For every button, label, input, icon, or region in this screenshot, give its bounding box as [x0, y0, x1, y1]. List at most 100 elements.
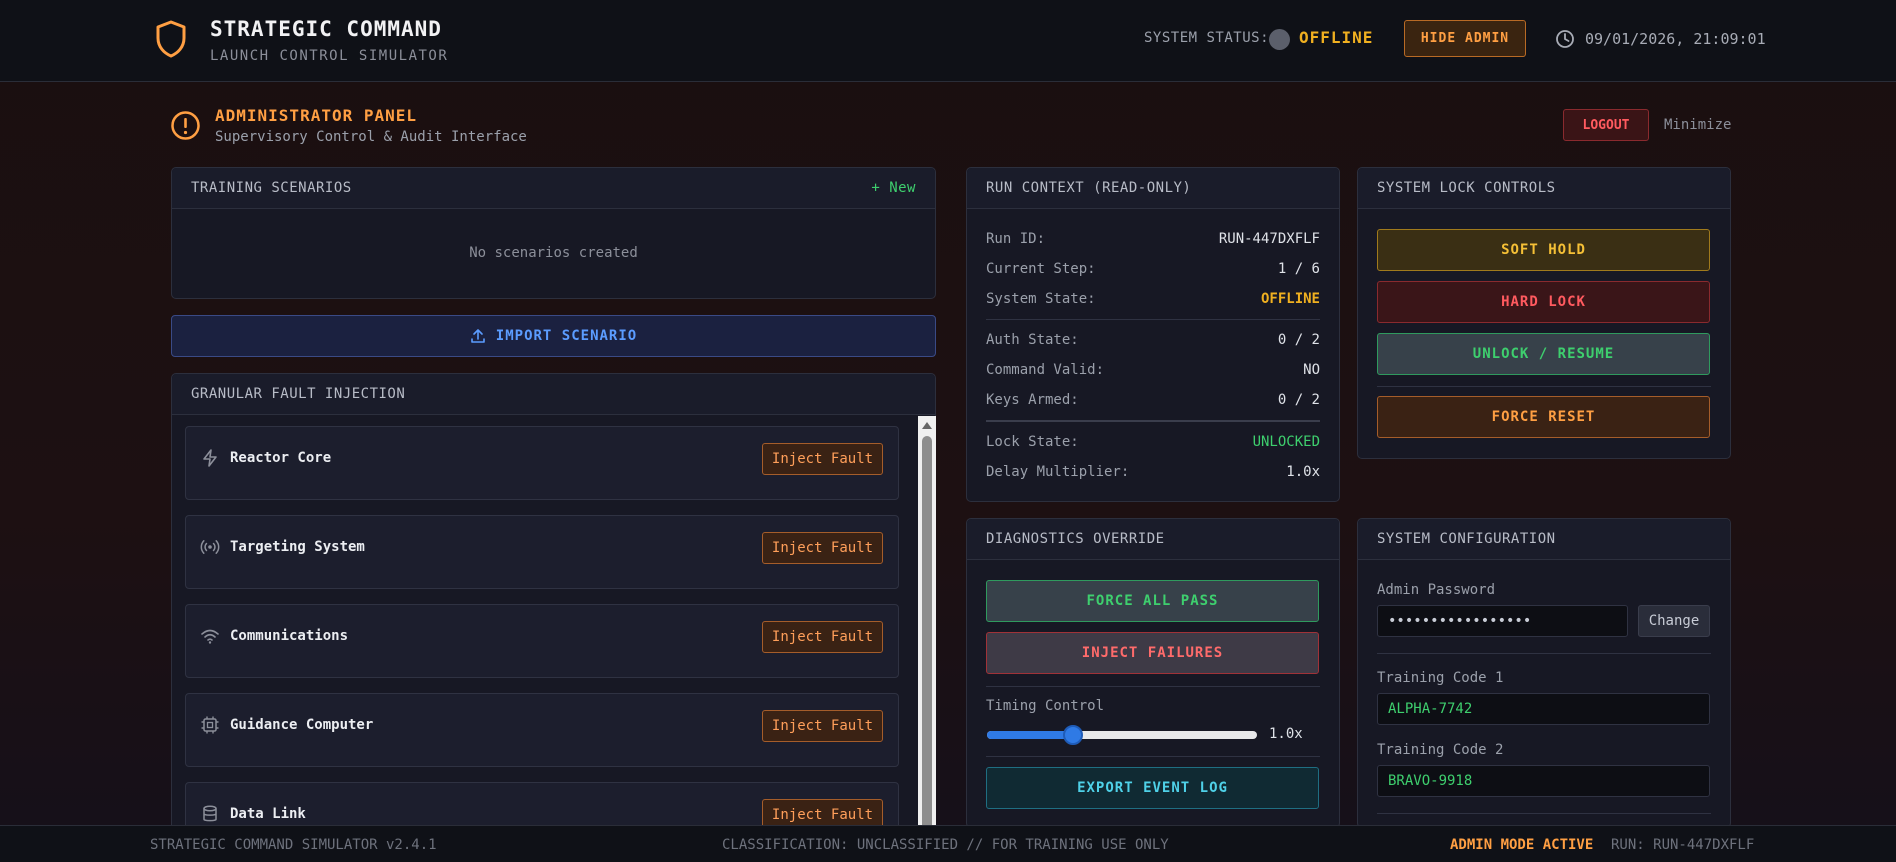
- fault-injection-title: GRANULAR FAULT INJECTION: [191, 386, 406, 402]
- top-bar: STRATEGIC COMMAND LAUNCH CONTROL SIMULAT…: [0, 0, 1896, 82]
- fault-injection-card: GRANULAR FAULT INJECTION Reactor Core In…: [171, 373, 936, 838]
- inject-failures-button[interactable]: INJECT FAILURES: [986, 632, 1319, 674]
- admin-panel-title: ADMINISTRATOR PANEL: [215, 106, 418, 125]
- diagnostics-title: DIAGNOSTICS OVERRIDE: [986, 531, 1165, 547]
- change-password-button[interactable]: Change: [1638, 605, 1710, 637]
- admin-panel-subtitle: Supervisory Control & Audit Interface: [215, 129, 527, 145]
- database-icon: [203, 805, 217, 822]
- hide-admin-button[interactable]: HIDE ADMIN: [1404, 20, 1526, 57]
- run-id-row: Run ID: RUN-447DXFLF: [986, 231, 1320, 247]
- admin-password-label: Admin Password: [1377, 582, 1496, 598]
- training-code-2-input[interactable]: [1377, 765, 1710, 797]
- timing-control-label: Timing Control: [986, 698, 1105, 714]
- keys-armed-value: 0 / 2: [1277, 392, 1320, 408]
- row-label: Keys Armed:: [986, 392, 1079, 408]
- system-lock-title: SYSTEM LOCK CONTROLS: [1377, 180, 1556, 196]
- force-reset-button[interactable]: FORCE RESET: [1377, 396, 1710, 438]
- current-step-row: Current Step: 1 / 6: [986, 261, 1320, 277]
- minimize-link[interactable]: Minimize: [1664, 117, 1731, 133]
- wifi-icon: [201, 629, 219, 644]
- divider: [986, 319, 1320, 320]
- delay-multiplier-row: Delay Multiplier: 1.0x: [986, 464, 1320, 480]
- inject-fault-button[interactable]: Inject Fault: [762, 532, 883, 564]
- admin-password-input[interactable]: [1377, 605, 1628, 637]
- system-state-value: OFFLINE: [1260, 291, 1320, 307]
- lock-state-row: Lock State: UNLOCKED: [986, 434, 1320, 450]
- divider: [1377, 813, 1711, 814]
- fault-item-targeting-system: Targeting System Inject Fault: [185, 515, 899, 589]
- system-config-title: SYSTEM CONFIGURATION: [1377, 531, 1556, 547]
- current-step-value: 1 / 6: [1277, 261, 1320, 277]
- footer-version: STRATEGIC COMMAND SIMULATOR v2.4.1: [150, 837, 437, 853]
- scroll-thumb[interactable]: [922, 436, 932, 836]
- fault-name: Data Link: [230, 806, 306, 822]
- alert-icon: [171, 111, 200, 140]
- new-scenario-button[interactable]: + New: [871, 180, 916, 196]
- divider: [986, 420, 1320, 422]
- run-context-card: RUN CONTEXT (READ-ONLY) Run ID: RUN-447D…: [966, 167, 1340, 502]
- lightning-icon: [203, 449, 217, 467]
- system-status-label: SYSTEM STATUS:: [1144, 30, 1270, 46]
- lock-state-value: UNLOCKED: [1252, 434, 1320, 450]
- app-subtitle: LAUNCH CONTROL SIMULATOR: [210, 48, 449, 64]
- auth-state-value: 0 / 2: [1277, 332, 1320, 348]
- timing-slider-fill: [987, 731, 1074, 739]
- fault-injection-header: GRANULAR FAULT INJECTION: [172, 374, 935, 415]
- unlock-resume-button[interactable]: UNLOCK / RESUME: [1377, 333, 1710, 375]
- import-scenario-label: IMPORT SCENARIO: [495, 328, 638, 344]
- training-scenarios-title: TRAINING SCENARIOS: [191, 180, 352, 196]
- fault-item-communications: Communications Inject Fault: [185, 604, 899, 678]
- row-label: Delay Multiplier:: [986, 464, 1130, 480]
- status-indicator-dot: [1269, 29, 1290, 50]
- run-context-title: RUN CONTEXT (READ-ONLY): [986, 180, 1192, 196]
- divider: [986, 686, 1320, 687]
- run-id-value: RUN-447DXFLF: [1218, 231, 1320, 247]
- cpu-icon: [201, 716, 219, 734]
- system-lock-card: SYSTEM LOCK CONTROLS SOFT HOLD HARD LOCK…: [1357, 167, 1731, 459]
- scroll-up-arrow[interactable]: [922, 422, 932, 429]
- force-all-pass-button[interactable]: FORCE ALL PASS: [986, 580, 1319, 622]
- fault-name: Guidance Computer: [230, 717, 374, 733]
- divider: [986, 756, 1320, 757]
- fault-item-reactor-core: Reactor Core Inject Fault: [185, 426, 899, 500]
- fault-list-scrollbar[interactable]: [918, 416, 936, 836]
- datetime-display: 09/01/2026, 21:09:01: [1585, 30, 1766, 48]
- training-scenarios-header: TRAINING SCENARIOS + New: [172, 168, 935, 209]
- auth-state-row: Auth State: 0 / 2: [986, 332, 1320, 348]
- hard-lock-button[interactable]: HARD LOCK: [1377, 281, 1710, 323]
- timing-slider[interactable]: [987, 725, 1257, 745]
- keys-armed-row: Keys Armed: 0 / 2: [986, 392, 1320, 408]
- row-label: Current Step:: [986, 261, 1096, 277]
- row-label: Auth State:: [986, 332, 1079, 348]
- fault-name: Targeting System: [230, 539, 365, 555]
- inject-fault-button[interactable]: Inject Fault: [762, 443, 883, 475]
- logout-button[interactable]: LOGOUT: [1563, 109, 1649, 141]
- delay-multiplier-value: 1.0x: [1286, 464, 1320, 480]
- divider: [1377, 653, 1711, 654]
- soft-hold-button[interactable]: SOFT HOLD: [1377, 229, 1710, 271]
- row-label: Lock State:: [986, 434, 1079, 450]
- system-config-card: SYSTEM CONFIGURATION Admin Password Chan…: [1357, 518, 1731, 828]
- clock-icon: [1556, 30, 1574, 48]
- upload-icon: [470, 329, 485, 343]
- system-status-value: OFFLINE: [1299, 28, 1374, 47]
- inject-fault-button[interactable]: Inject Fault: [762, 710, 883, 742]
- app-title: STRATEGIC COMMAND: [210, 17, 442, 41]
- training-code-1-input[interactable]: [1377, 693, 1710, 725]
- fault-name: Reactor Core: [230, 450, 332, 466]
- import-scenario-button[interactable]: IMPORT SCENARIO: [171, 315, 936, 357]
- diagnostics-header: DIAGNOSTICS OVERRIDE: [967, 519, 1339, 560]
- timing-value: 1.0x: [1269, 726, 1303, 742]
- export-event-log-button[interactable]: EXPORT EVENT LOG: [986, 767, 1319, 809]
- footer-admin-mode: ADMIN MODE ACTIVE: [1450, 837, 1594, 853]
- system-lock-header: SYSTEM LOCK CONTROLS: [1358, 168, 1730, 209]
- footer-bar: STRATEGIC COMMAND SIMULATOR v2.4.1 CLASS…: [0, 825, 1896, 862]
- system-config-header: SYSTEM CONFIGURATION: [1358, 519, 1730, 560]
- fault-item-guidance-computer: Guidance Computer Inject Fault: [185, 693, 899, 767]
- row-label: System State:: [986, 291, 1096, 307]
- command-valid-value: NO: [1303, 362, 1320, 378]
- diagnostics-card: DIAGNOSTICS OVERRIDE FORCE ALL PASS INJE…: [966, 518, 1340, 828]
- fault-list[interactable]: Reactor Core Inject Fault Targeting Syst…: [185, 426, 925, 836]
- timing-slider-thumb[interactable]: [1063, 725, 1084, 745]
- inject-fault-button[interactable]: Inject Fault: [762, 621, 883, 653]
